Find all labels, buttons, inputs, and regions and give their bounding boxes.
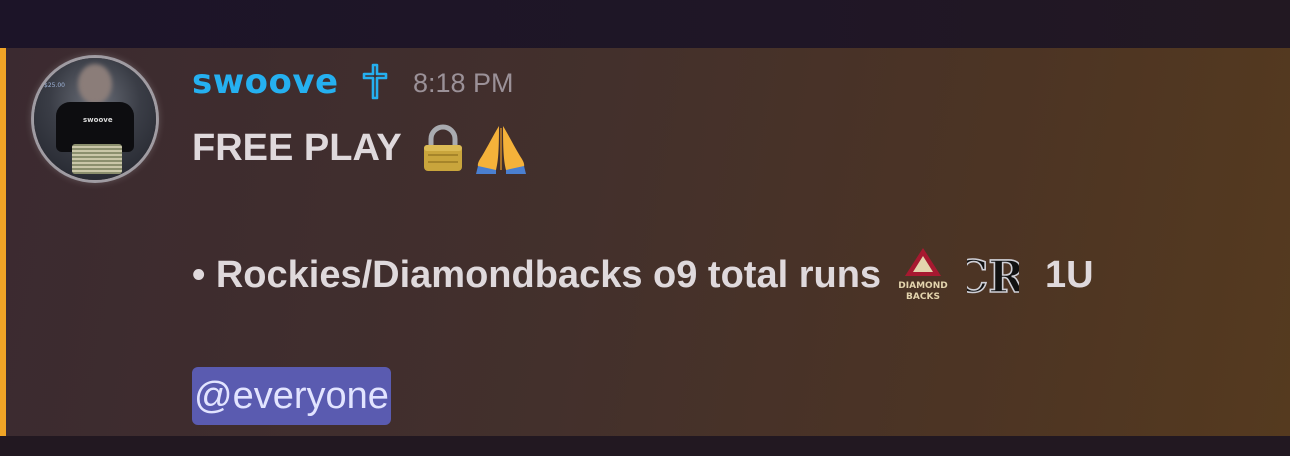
message-line-1: FREE PLAY: [192, 122, 530, 174]
avatar[interactable]: $25.00 swoove: [34, 58, 156, 180]
chat-message[interactable]: $25.00 swoove swoove 8:18 PM FREE PLAY •…: [0, 48, 1290, 436]
free-play-text: FREE PLAY: [192, 126, 402, 169]
username[interactable]: swoove: [192, 62, 339, 102]
cross-icon[interactable]: [360, 62, 390, 102]
message-timestamp[interactable]: 8:18 PM: [413, 68, 514, 99]
units-label: 1U: [1045, 253, 1094, 296]
avatar-head: [78, 64, 112, 104]
dbacks-logo-text-2: BACKS: [906, 292, 940, 302]
rockies-logo-text: CR: [967, 252, 1019, 303]
chat-bottom-area: [0, 436, 1290, 456]
bet-description: • Rockies/Diamondbacks o9 total runs: [192, 253, 882, 296]
avatar-screen-text: $25.00: [44, 82, 65, 89]
folded-hands-icon: [472, 122, 530, 174]
avatar-shirt-text: swoove: [83, 116, 113, 124]
diamondbacks-logo-icon: DIAMOND BACKS: [897, 246, 949, 304]
message-line-2: • Rockies/Diamondbacks o9 total runs DIA…: [192, 246, 1094, 304]
rockies-logo-icon: CR: [952, 246, 1026, 304]
dbacks-logo-text-1: DIAMOND: [898, 281, 947, 291]
everyone-mention[interactable]: @everyone: [192, 367, 391, 425]
mention-highlight-bar: [0, 48, 6, 436]
avatar-cash: [72, 144, 122, 174]
lock-icon: [420, 123, 466, 173]
chat-top-area: [0, 0, 1290, 48]
